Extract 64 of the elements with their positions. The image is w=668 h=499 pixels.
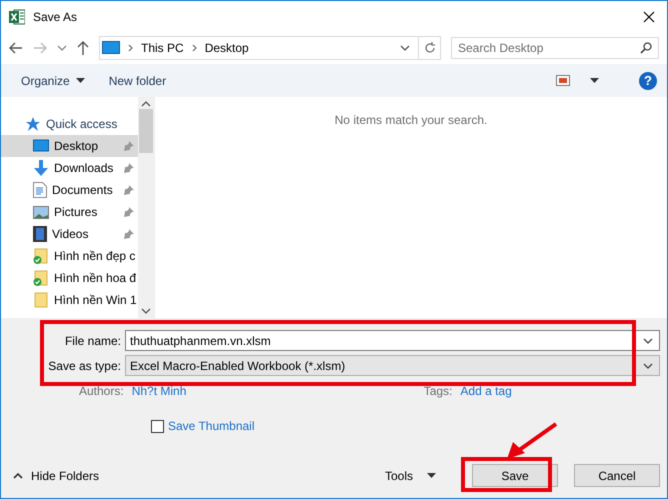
cancel-button[interactable]: Cancel [574, 464, 660, 487]
organize-button[interactable]: Organize [19, 72, 87, 90]
field-label: File name: [64, 334, 121, 348]
folder-check-icon [33, 248, 49, 264]
file-name-field[interactable]: thuthuatphanmem.vn.xlsm [125, 330, 660, 351]
window-title: Save As [33, 10, 78, 24]
monitor-icon [102, 41, 120, 55]
add-tag-link[interactable]: Add a tag [460, 384, 512, 398]
breadcrumb[interactable]: This PC [141, 41, 184, 55]
nav-item[interactable]: Hình nền Win 1 [1, 289, 138, 311]
checkbox[interactable] [151, 420, 164, 432]
breadcrumb[interactable]: Desktop [204, 41, 249, 55]
folder-icon [33, 292, 49, 308]
authors-label: Authors: [79, 384, 124, 398]
search-icon [640, 42, 652, 54]
monitor-icon [33, 139, 49, 153]
toolbar-button[interactable]: New folder [106, 72, 168, 90]
address-dropdown-icon [400, 45, 410, 51]
nav-item[interactable]: Documents [1, 179, 138, 201]
excel-logo-icon [9, 8, 25, 24]
up-arrow-icon[interactable] [77, 41, 89, 55]
view-caret-icon [590, 78, 599, 83]
film-icon [33, 226, 47, 242]
back-arrow-icon[interactable] [9, 42, 23, 54]
nav-item[interactable]: Downloads [1, 157, 138, 179]
save-type-dropdown[interactable]: Excel Macro-Enabled Workbook (*.xlsm) [125, 355, 660, 376]
scroll-down-icon [141, 308, 151, 314]
tools-button[interactable]: Tools [378, 468, 442, 484]
author-link[interactable]: Nh?t Minh [132, 384, 332, 398]
breadcrumb-chevron-icon [192, 44, 197, 52]
empty-message: No items match your search. [334, 113, 488, 127]
tags-label: Tags: [424, 384, 452, 398]
search-field[interactable]: Search Desktop [451, 37, 659, 59]
nav-item[interactable]: Hình nền hoa đ [1, 267, 138, 289]
nav-item[interactable]: Quick access [1, 113, 138, 135]
dropdown-caret-icon [76, 78, 85, 83]
field-label: Save as type: [47, 358, 121, 372]
folder-check-icon [33, 270, 49, 286]
scroll-up-icon[interactable] [141, 101, 151, 107]
help-button[interactable]: ? [639, 72, 657, 90]
star-icon [25, 116, 41, 132]
refresh-icon [424, 42, 436, 54]
breadcrumb-chevron-icon [128, 44, 133, 52]
dropdown-chevron-icon [643, 338, 653, 344]
recent-locations-chevron-icon [57, 45, 67, 51]
chevron-up-icon [13, 472, 23, 478]
document-icon [33, 182, 47, 198]
nav-item[interactable]: Desktop [1, 135, 138, 157]
close-icon[interactable] [643, 10, 655, 22]
save-button[interactable]: Save [472, 464, 558, 487]
hide-folders-button[interactable]: Hide Folders [13, 468, 100, 482]
scrollbar-thumb[interactable] [139, 109, 153, 153]
scrollbar[interactable] [138, 97, 154, 318]
pointer-arrow [507, 422, 558, 459]
dropdown-caret-icon [427, 473, 436, 478]
view-icon[interactable] [556, 75, 570, 86]
down-arrow-icon [33, 160, 49, 176]
nav-item[interactable]: Pictures [1, 201, 138, 223]
nav-item[interactable]: Hình nền đẹp c [1, 245, 138, 267]
picture-icon [33, 206, 49, 218]
nav-item[interactable]: Videos [1, 223, 138, 245]
dropdown-chevron-icon [643, 362, 653, 368]
address-bar[interactable]: This PC Desktop [99, 36, 441, 60]
checkbox-label[interactable]: Save Thumbnail [168, 419, 254, 433]
